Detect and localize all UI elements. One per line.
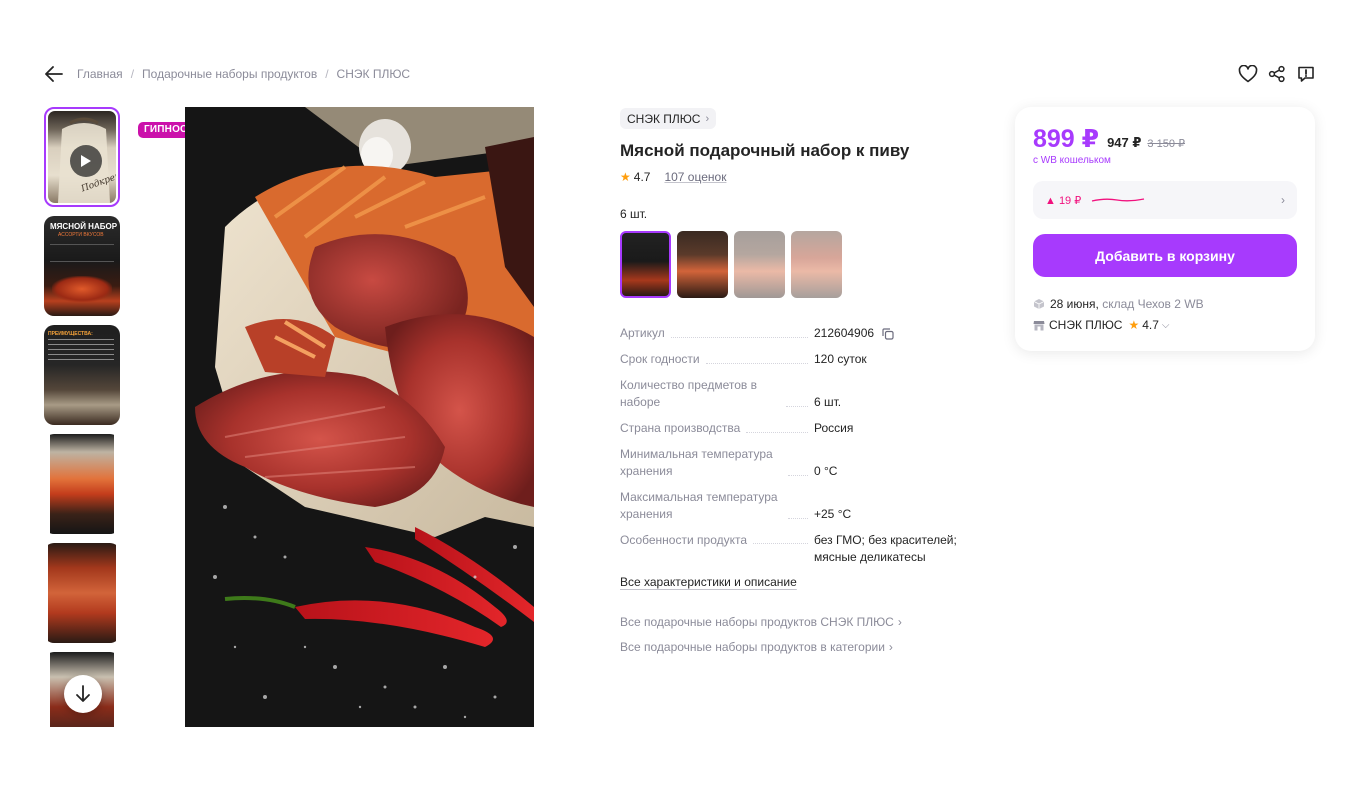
delivery-warehouse: склад Чехов 2 WB: [1102, 297, 1204, 311]
wallet-note: с WB кошельком: [1033, 155, 1111, 166]
thumbnail-image[interactable]: МЯСНОЙ НАБОР АССОРТИ ВКУСОВ: [44, 216, 120, 316]
spec-value: Россия: [814, 421, 854, 435]
variant-label: 6 шт.: [620, 207, 648, 221]
delivery-info: 28 июня, склад Чехов 2 WB: [1033, 297, 1204, 311]
thumbnail-image[interactable]: [44, 543, 120, 643]
spec-row: Максимальная температура хранения +25 °C: [620, 489, 980, 523]
rating-value: 4.7: [633, 170, 651, 184]
spec-key: Количество предметов в наборе: [620, 378, 758, 409]
spec-key: Максимальная температура хранения: [620, 490, 778, 521]
play-icon[interactable]: [70, 145, 102, 177]
box-icon: [1033, 299, 1045, 309]
brand-chip[interactable]: СНЭК ПЛЮС ›: [620, 108, 717, 129]
thumbnail-meat-graphic: [52, 276, 112, 302]
add-to-cart-button[interactable]: Добавить в корзину: [1033, 234, 1297, 277]
spec-key: Артикул: [620, 326, 665, 340]
back-arrow-icon[interactable]: [44, 64, 64, 84]
spec-value: +25 °C: [814, 507, 852, 521]
top-actions: [1238, 64, 1316, 84]
price-row: 899 ₽ 947 ₽ 3 150 ₽: [1033, 124, 1185, 154]
spec-row: Минимальная температура хранения 0 °C: [620, 446, 980, 480]
spec-row: Срок годности 120 суток: [620, 351, 980, 368]
star-icon: ★: [620, 170, 631, 184]
spec-row: Артикул 212604906: [620, 325, 980, 342]
chevron-right-icon: ›: [1281, 193, 1285, 207]
spec-value: 212604906: [814, 326, 875, 340]
spec-key: Страна производства: [620, 421, 741, 435]
thumbnail-image[interactable]: ПРЕИМУЩЕСТВА:: [44, 325, 120, 425]
variant-selector: [620, 231, 980, 298]
price-card: 899 ₽ 947 ₽ 3 150 ₽ с WB кошельком ▲ 19 …: [1015, 107, 1315, 351]
breadcrumb-brand[interactable]: СНЭК ПЛЮС: [337, 67, 410, 81]
thumbnail-title: ПРЕИМУЩЕСТВА:: [48, 331, 93, 337]
copy-icon[interactable]: [882, 328, 895, 340]
product-photo: [185, 107, 534, 727]
breadcrumb-category[interactable]: Подарочные наборы продуктов: [142, 67, 317, 81]
spec-key: Особенности продукта: [620, 533, 748, 547]
chevron-right-icon: ›: [897, 615, 902, 629]
all-characteristics-link[interactable]: Все характеристики и описание: [620, 575, 980, 589]
spec-row: Особенности продукта без ГМО; без красит…: [620, 532, 980, 566]
price-old: 3 150 ₽: [1147, 138, 1186, 150]
scroll-down-button[interactable]: [64, 675, 102, 713]
variant-option[interactable]: [734, 231, 785, 298]
variant-option[interactable]: [620, 231, 671, 298]
brand-name: СНЭК ПЛЮС: [627, 111, 701, 126]
seller-rating: 4.7: [1142, 318, 1159, 332]
breadcrumb: Главная / Подарочные наборы продуктов / …: [77, 67, 410, 81]
share-icon[interactable]: [1267, 64, 1287, 84]
price-wallet: 899 ₽: [1033, 125, 1100, 153]
spec-key: Срок годности: [620, 352, 700, 366]
specs-list: Артикул 212604906 Срок годности 120 суто…: [620, 325, 980, 566]
thumbnail-text-lines: [48, 339, 114, 363]
thumbnail-video[interactable]: Подкрепись: [44, 107, 120, 207]
spec-row: Страна производства Россия: [620, 420, 980, 437]
spec-value: без ГМО; без красителей; мясные деликате…: [814, 533, 957, 564]
chevron-right-icon: ›: [705, 112, 710, 125]
breadcrumb-home[interactable]: Главная: [77, 67, 123, 81]
product-info: СНЭК ПЛЮС › Мясной подарочный набор к пи…: [620, 108, 980, 654]
link-label: Все подарочные наборы продуктов в катего…: [620, 640, 885, 654]
link-label: Все подарочные наборы продуктов СНЭК ПЛЮ…: [620, 615, 894, 629]
thumbnail-image[interactable]: [44, 434, 120, 534]
chevron-right-icon: ›: [888, 640, 893, 654]
star-icon: ★: [1128, 318, 1140, 332]
spec-value: 120 суток: [814, 352, 867, 366]
product-rating: ★ 4.7 107 оценок: [620, 170, 980, 184]
category-products-link[interactable]: Все подарочные наборы продуктов в катего…: [620, 640, 980, 654]
report-icon[interactable]: [1296, 64, 1316, 84]
thumbnail-title: МЯСНОЙ НАБОР: [50, 222, 118, 231]
shop-icon: [1033, 320, 1045, 330]
reviews-link[interactable]: 107 оценок: [664, 170, 726, 184]
breadcrumb-separator: /: [130, 67, 135, 81]
thumbnail-info-block: [50, 244, 114, 262]
spec-row: Количество предметов в наборе 6 шт.: [620, 377, 980, 411]
price-trend-graph: [1092, 198, 1145, 202]
chevron-down-icon: ⌵: [1161, 319, 1170, 331]
heart-icon[interactable]: [1238, 64, 1258, 84]
arrow-down-icon: [76, 685, 90, 702]
spec-value: 0 °C: [814, 464, 838, 478]
product-title: Мясной подарочный набор к пиву: [620, 141, 910, 160]
breadcrumb-separator: /: [325, 67, 329, 81]
top-bar: Главная / Подарочные наборы продуктов / …: [44, 62, 1316, 86]
delivery-date: 28 июня,: [1050, 297, 1099, 311]
brand-products-link[interactable]: Все подарочные наборы продуктов СНЭК ПЛЮ…: [620, 615, 980, 629]
price-change: ▲ 19 ₽: [1045, 194, 1082, 207]
spec-value: 6 шт.: [814, 395, 842, 409]
thumbnail-strip: Подкрепись МЯСНОЙ НАБОР АССОРТИ ВКУСОВ П…: [44, 107, 122, 727]
price-current: 947 ₽: [1107, 135, 1142, 150]
variant-option[interactable]: [791, 231, 842, 298]
spec-key: Минимальная температура хранения: [620, 447, 773, 478]
variant-option[interactable]: [677, 231, 728, 298]
price-history-button[interactable]: ▲ 19 ₽ ›: [1033, 181, 1297, 219]
seller-info[interactable]: СНЭК ПЛЮС ★ 4.7 ⌵: [1033, 318, 1169, 332]
seller-name: СНЭК ПЛЮС: [1049, 318, 1123, 332]
main-product-image[interactable]: [185, 107, 534, 727]
thumbnail-subtitle: АССОРТИ ВКУСОВ: [58, 232, 104, 238]
